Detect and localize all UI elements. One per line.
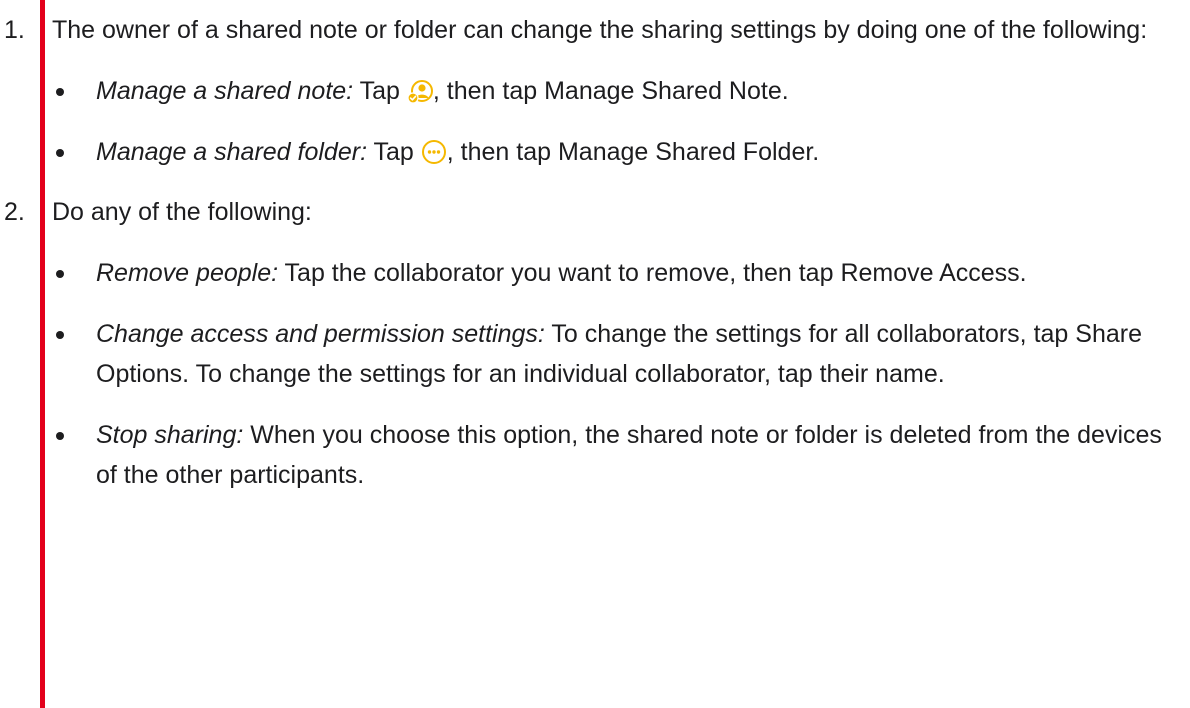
step-number: 1.	[4, 16, 25, 44]
bullet-text: Tap	[367, 138, 421, 166]
step-text: Do any of the following:	[52, 198, 312, 226]
bullet-term: Stop sharing:	[96, 421, 244, 449]
step-bullets: Manage a shared note: Tap , then tap Man…	[52, 71, 1180, 172]
bullet-text: Tap	[353, 77, 407, 105]
bullet-manage-shared-note: Manage a shared note: Tap , then tap Man…	[56, 71, 1180, 111]
step-number: 2.	[4, 198, 25, 226]
bullet-term: Change access and permission settings:	[96, 320, 545, 348]
bullet-term: Remove people:	[96, 259, 279, 287]
step-2: 2. Do any of the following: Remove peopl…	[0, 192, 1190, 495]
bullet-manage-shared-folder: Manage a shared folder: Tap , then tap M…	[56, 132, 1180, 172]
bullet-remove-people: Remove people: Tap the collaborator you …	[56, 253, 1180, 293]
more-ellipsis-circle-icon	[421, 137, 447, 164]
steps-list: 1. The owner of a shared note or folder …	[0, 10, 1190, 495]
step-text: The owner of a shared note or folder can…	[52, 16, 1148, 44]
collaborate-person-icon	[407, 76, 433, 104]
bullet-stop-sharing: Stop sharing: When you choose this optio…	[56, 415, 1180, 495]
bullet-term: Manage a shared note:	[96, 77, 354, 105]
bullet-text: When you choose this option, the shared …	[96, 421, 1162, 489]
bullet-text: , then tap Manage Shared Folder.	[446, 138, 820, 166]
step-bullets: Remove people: Tap the collaborator you …	[52, 253, 1180, 495]
bullet-change-access: Change access and permission settings: T…	[56, 314, 1180, 394]
step-1: 1. The owner of a shared note or folder …	[0, 10, 1190, 172]
bullet-text: , then tap Manage Shared Note.	[432, 77, 789, 105]
bullet-text: Tap the collaborator you want to remove,…	[278, 259, 1027, 287]
bullet-term: Manage a shared folder:	[96, 138, 368, 166]
